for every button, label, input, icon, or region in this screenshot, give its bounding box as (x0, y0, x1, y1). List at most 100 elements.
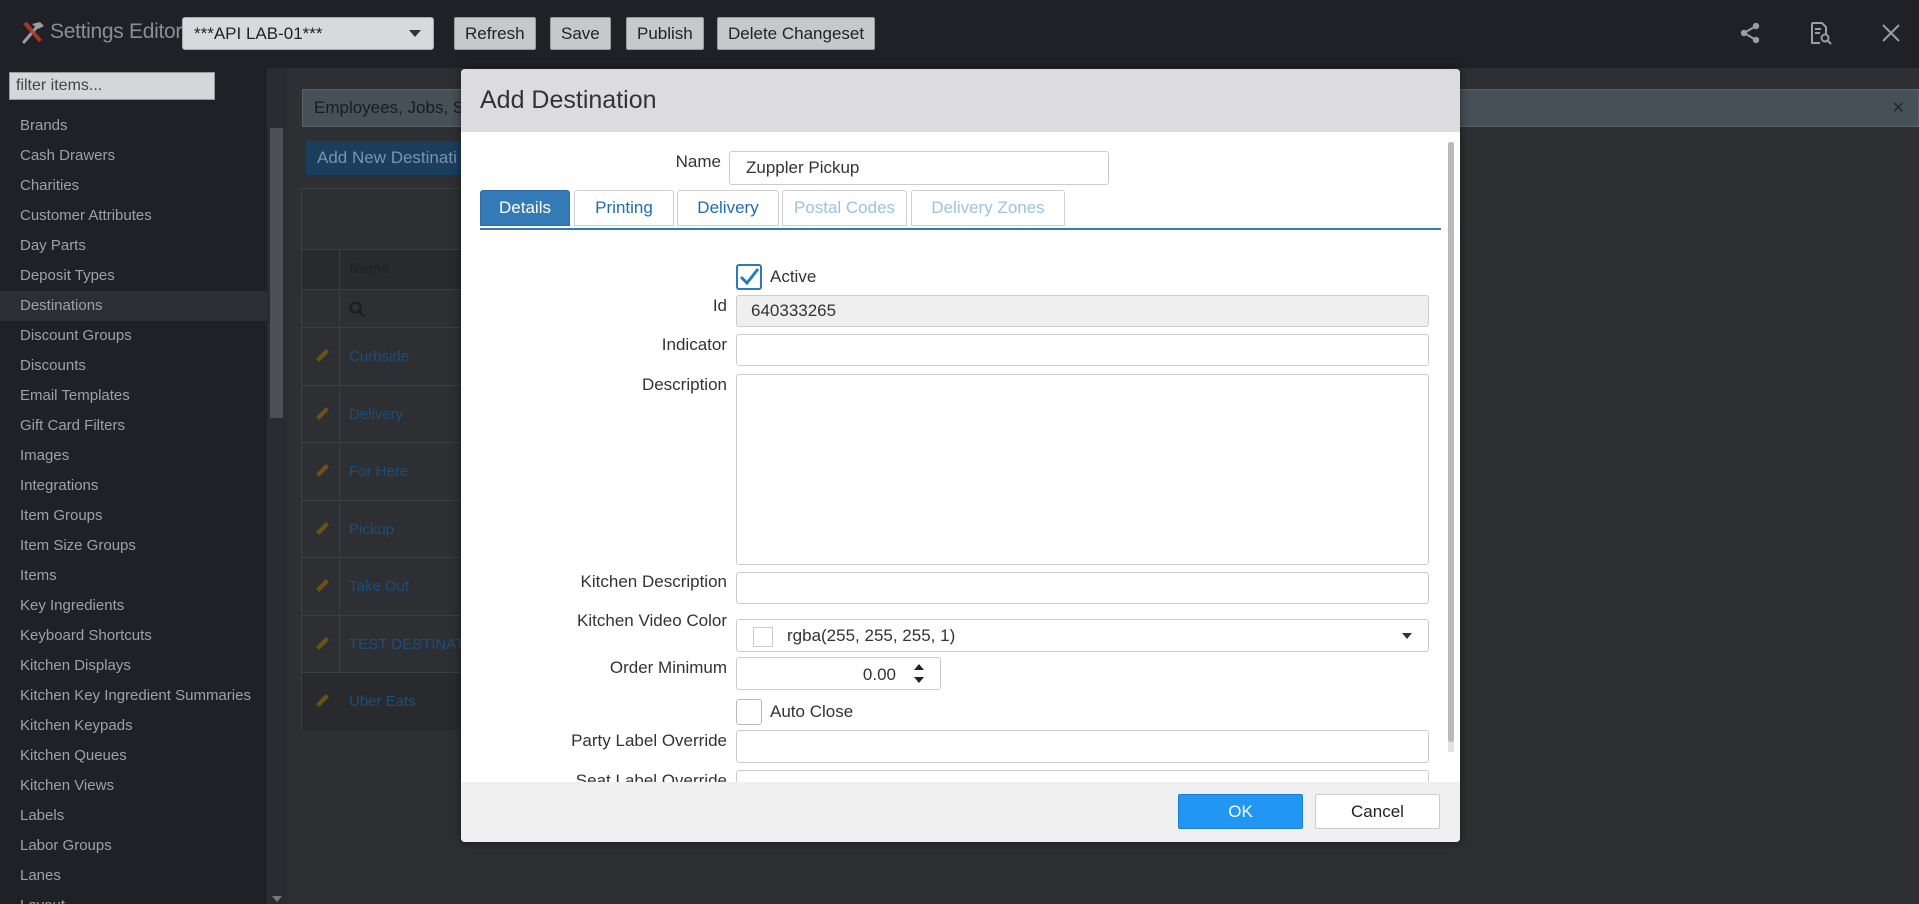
pencil-icon[interactable] (312, 519, 332, 539)
scrollbar-thumb[interactable] (270, 128, 283, 418)
close-icon[interactable] (1878, 20, 1904, 46)
row-name-link[interactable]: For Here (349, 463, 408, 480)
filter-input[interactable]: filter items... (9, 72, 215, 100)
publish-button[interactable]: Publish (626, 17, 704, 50)
delete-changeset-button[interactable]: Delete Changeset (717, 17, 876, 50)
grid-filter-row[interactable] (302, 289, 482, 328)
add-new-destination-button[interactable]: Add New Destinati (306, 141, 476, 175)
kitchen-video-color-value: rgba(255, 255, 255, 1) (787, 626, 956, 645)
destinations-grid: Name Curbside Delivery For Here Pickup Take … (301, 188, 483, 730)
sidebar-item-cash-drawers[interactable]: Cash Drawers (0, 141, 267, 171)
party-label-override-input[interactable] (736, 730, 1429, 763)
pencil-icon[interactable] (312, 404, 332, 424)
sidebar-item-discounts[interactable]: Discounts (0, 351, 267, 381)
kitchen-description-input[interactable] (736, 572, 1429, 604)
sidebar-item-lanes[interactable]: Lanes (0, 861, 267, 891)
grid-header: Name (302, 249, 482, 290)
sidebar-item-kitchen-views[interactable]: Kitchen Views (0, 771, 267, 801)
chevron-down-icon (409, 30, 421, 37)
pencil-icon[interactable] (312, 634, 332, 654)
row-name-link[interactable]: Delivery (349, 406, 403, 423)
tab-printing[interactable]: Printing (574, 190, 674, 226)
sidebar-item-keyboard-shortcuts[interactable]: Keyboard Shortcuts (0, 621, 267, 651)
sidebar-item-kitchen-key-ingredient-summaries[interactable]: Kitchen Key Ingredient Summaries (0, 681, 267, 711)
sidebar-item-layout[interactable]: Layout (0, 891, 267, 904)
table-row[interactable]: For Here (302, 442, 482, 500)
sidebar-item-discount-groups[interactable]: Discount Groups (0, 321, 267, 351)
refresh-button[interactable]: Refresh (454, 17, 536, 50)
sidebar-item-email-templates[interactable]: Email Templates (0, 381, 267, 411)
indicator-input[interactable] (736, 334, 1429, 366)
sidebar-item-kitchen-displays[interactable]: Kitchen Displays (0, 651, 267, 681)
table-row[interactable]: TEST DESTINATIO (302, 614, 482, 673)
indicator-label: Indicator (661, 335, 727, 354)
table-row[interactable]: Uber Eats (302, 672, 482, 730)
scrollbar-thumb[interactable] (1448, 142, 1454, 742)
description-label: Description (641, 375, 727, 394)
tab-delivery[interactable]: Delivery (677, 190, 779, 226)
sidebar-item-destinations[interactable]: Destinations (0, 291, 267, 321)
order-minimum-label: Order Minimum (609, 658, 727, 677)
share-icon[interactable] (1737, 20, 1763, 46)
ok-button[interactable]: OK (1178, 794, 1303, 829)
order-minimum-stepper[interactable]: 0.00 (736, 657, 941, 690)
sidebar-item-items[interactable]: Items (0, 561, 267, 591)
row-name-link[interactable]: Curbside (349, 348, 409, 365)
decrement-arrow-icon[interactable] (914, 677, 924, 683)
sidebar-item-customer-attributes[interactable]: Customer Attributes (0, 201, 267, 231)
seat-label-override-input[interactable] (736, 770, 1429, 782)
sidebar-item-charities[interactable]: Charities (0, 171, 267, 201)
close-icon[interactable]: × (1892, 90, 1904, 126)
scroll-down-arrow-icon[interactable] (272, 896, 282, 902)
checkmark-icon (739, 268, 760, 286)
sidebar-item-day-parts[interactable]: Day Parts (0, 231, 267, 261)
sidebar-item-images[interactable]: Images (0, 441, 267, 471)
pencil-icon[interactable] (312, 576, 332, 596)
dialog-scrollbar[interactable] (1448, 142, 1454, 752)
location-select-value: ***API LAB-01*** (194, 24, 323, 43)
party-label-override-label: Party Label Override (571, 731, 727, 750)
row-name-link[interactable]: Uber Eats (349, 693, 416, 710)
row-name-link[interactable]: Take Out (349, 578, 409, 595)
auto-close-checkbox[interactable] (736, 699, 762, 725)
sidebar-item-labor-groups[interactable]: Labor Groups (0, 831, 267, 861)
kitchen-description-label: Kitchen Description (580, 572, 727, 591)
increment-arrow-icon[interactable] (914, 664, 924, 670)
pencil-icon[interactable] (312, 461, 332, 481)
sidebar-item-gift-card-filters[interactable]: Gift Card Filters (0, 411, 267, 441)
table-row[interactable]: Pickup (302, 499, 482, 558)
cancel-button[interactable]: Cancel (1315, 794, 1440, 829)
table-row[interactable]: Delivery (302, 384, 482, 443)
row-name-link[interactable]: Pickup (349, 521, 394, 538)
sidebar-item-item-groups[interactable]: Item Groups (0, 501, 267, 531)
active-checkbox[interactable] (736, 264, 762, 290)
sidebar-item-deposit-types[interactable]: Deposit Types (0, 261, 267, 291)
pencil-icon[interactable] (312, 691, 332, 711)
sidebar-list: Brands Cash Drawers Charities Customer Attr… (0, 111, 267, 904)
active-label: Active (770, 267, 817, 286)
pencil-icon[interactable] (312, 346, 332, 366)
sidebar-item-integrations[interactable]: Integrations (0, 471, 267, 501)
sidebar-scrollbar[interactable] (267, 68, 287, 904)
description-textarea[interactable] (736, 374, 1429, 565)
sidebar-item-item-size-groups[interactable]: Item Size Groups (0, 531, 267, 561)
document-search-icon[interactable] (1807, 20, 1833, 46)
location-select[interactable]: ***API LAB-01*** (182, 17, 434, 50)
name-input[interactable] (729, 151, 1109, 185)
dialog-footer: OK Cancel (461, 782, 1460, 842)
kitchen-video-color-select[interactable]: rgba(255, 255, 255, 1) (736, 619, 1429, 652)
sidebar-item-brands[interactable]: Brands (0, 111, 267, 141)
sidebar-item-kitchen-queues[interactable]: Kitchen Queues (0, 741, 267, 771)
sidebar-item-key-ingredients[interactable]: Key Ingredients (0, 591, 267, 621)
color-swatch (753, 627, 773, 647)
table-row[interactable]: Take Out (302, 557, 482, 615)
sidebar-item-labels[interactable]: Labels (0, 801, 267, 831)
tab-details[interactable]: Details (480, 190, 570, 226)
sidebar-item-kitchen-keypads[interactable]: Kitchen Keypads (0, 711, 267, 741)
save-button[interactable]: Save (550, 17, 611, 50)
column-header-name[interactable]: Name (349, 260, 390, 277)
info-bar-text: Employees, Jobs, Se (314, 98, 474, 117)
seat-label-override-label: Seat Label Override (575, 771, 727, 782)
table-row[interactable]: Curbside (302, 327, 482, 385)
tab-postal-codes: Postal Codes (782, 190, 907, 226)
